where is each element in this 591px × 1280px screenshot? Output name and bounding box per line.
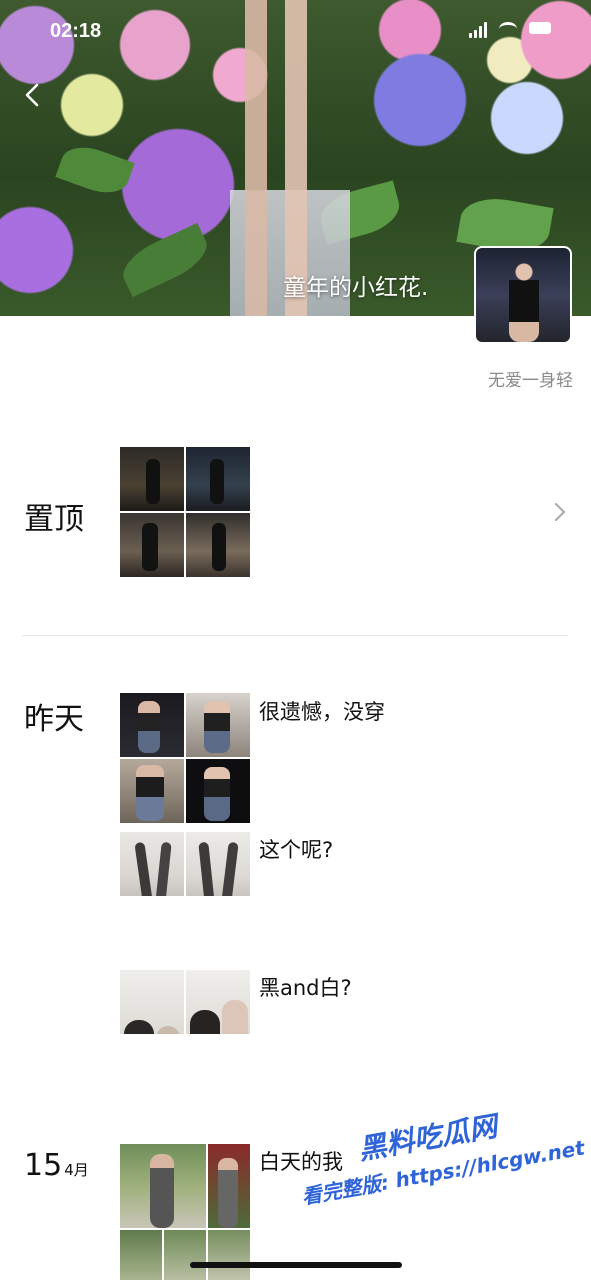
- avatar[interactable]: [474, 246, 572, 344]
- home-indicator[interactable]: [190, 1262, 402, 1268]
- post-caption[interactable]: 黑and白?: [259, 972, 352, 1002]
- post-date: 15 4月: [24, 1148, 89, 1183]
- status-bar: 02:18: [0, 0, 591, 64]
- battery-icon: [529, 22, 551, 34]
- post-caption[interactable]: 这个呢?: [259, 834, 333, 864]
- signal-icon: [469, 22, 487, 38]
- pinned-photos-thumbnail[interactable]: [120, 447, 250, 577]
- post-date: 昨天: [24, 702, 84, 737]
- back-icon[interactable]: [18, 80, 48, 110]
- watermark: 黑料吃瓜网 看完整版: https://hlcgw.net: [292, 1090, 587, 1210]
- post-thumbnail[interactable]: [120, 693, 250, 823]
- wifi-icon: [499, 22, 517, 36]
- post-month: 4月: [64, 1161, 89, 1179]
- pinned-label: 置顶: [24, 502, 84, 537]
- post-day: 15: [24, 1148, 63, 1183]
- cover-signature: 童年的小红花.: [283, 275, 429, 301]
- post-thumbnail[interactable]: [120, 970, 250, 1100]
- post-caption[interactable]: 很遗憾，没穿: [259, 696, 385, 726]
- divider: [22, 635, 568, 636]
- username[interactable]: 无爱一身轻: [488, 366, 573, 391]
- post-thumbnail[interactable]: [120, 1144, 250, 1280]
- post-thumbnail[interactable]: [120, 832, 250, 962]
- status-time: 02:18: [50, 20, 102, 42]
- chevron-right-icon[interactable]: [553, 502, 567, 522]
